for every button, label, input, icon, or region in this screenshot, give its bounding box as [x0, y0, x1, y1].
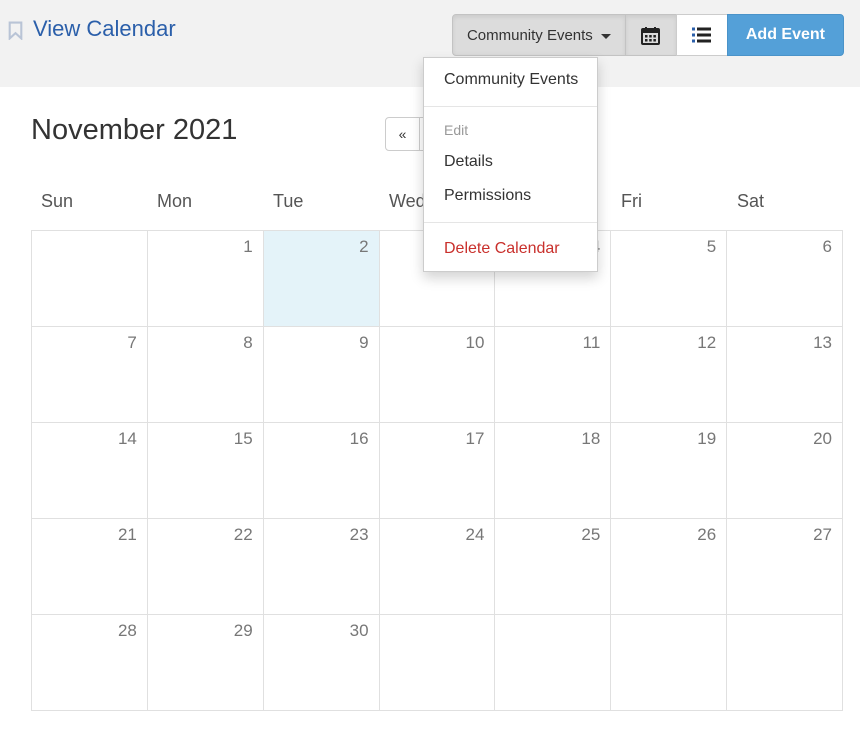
calendar-week-row: 21 22 23 24 25 26 27: [32, 519, 844, 615]
add-event-label: Add Event: [745, 26, 825, 43]
calendar-empty-cell: [379, 615, 496, 711]
day-header-fri: Fri: [621, 191, 642, 211]
calendar-week-row: 28 29 30: [32, 615, 844, 711]
calendar-day-cell[interactable]: 15: [147, 423, 264, 519]
calendar-day-cell[interactable]: 28: [32, 615, 148, 711]
calendar-weeks: 1234567891011121314151617181920212223242…: [31, 230, 844, 711]
calendar-toolbar: Community Events Add Event: [451, 14, 844, 56]
calendar-week-row: 14 15 16 17 18 19 20: [32, 423, 844, 519]
calendar-day-cell[interactable]: 16: [263, 423, 380, 519]
calendar-day-cell[interactable]: 8: [147, 327, 264, 423]
calendar-empty-cell: [611, 615, 728, 711]
add-event-button[interactable]: Add Event: [726, 14, 844, 56]
calendar-day-cell[interactable]: 1: [147, 231, 264, 327]
calendar-select-label: Community Events: [466, 26, 593, 44]
calendar-day-cell[interactable]: 27: [727, 519, 844, 615]
month-view-button[interactable]: [624, 14, 677, 56]
calendar-day-cell[interactable]: 10: [379, 327, 496, 423]
calendar-day-cell[interactable]: 5: [611, 231, 728, 327]
calendar-day-cell[interactable]: 26: [611, 519, 728, 615]
calendar-day-cell[interactable]: 17: [379, 423, 496, 519]
calendar-day-cell[interactable]: 9: [263, 327, 380, 423]
calendar-day-cell[interactable]: 11: [495, 327, 612, 423]
dropdown-section-header-edit: Edit: [444, 122, 469, 138]
calendar-week-row: 7 8 9 10 11 12 13: [32, 327, 844, 423]
calendar-day-cell[interactable]: 29: [147, 615, 264, 711]
prev-month-button[interactable]: «: [385, 117, 420, 151]
calendar-empty-cell: [495, 615, 612, 711]
calendar-day-cell[interactable]: 25: [495, 519, 612, 615]
calendar-day-cell[interactable]: 30: [263, 615, 380, 711]
calendar-day-cell[interactable]: 21: [32, 519, 148, 615]
day-header-sun: Sun: [41, 191, 74, 211]
calendar-day-cell[interactable]: 19: [611, 423, 728, 519]
day-header-sat: Sat: [737, 191, 765, 211]
page-title: November 2021: [31, 114, 238, 146]
calendar-day-cell[interactable]: 12: [611, 327, 728, 423]
dropdown-divider: [424, 106, 597, 107]
list-view-button[interactable]: [675, 14, 728, 56]
calendar-day-cell[interactable]: 24: [379, 519, 496, 615]
calendar-day-cell[interactable]: 23: [263, 519, 380, 615]
dropdown-divider: [424, 222, 597, 223]
view-calendar-label: View Calendar: [33, 16, 176, 41]
dropdown-item-delete-calendar[interactable]: Delete Calendar: [424, 232, 597, 266]
calendar-day-cell[interactable]: 20: [727, 423, 844, 519]
calendar-day-cell[interactable]: 7: [32, 327, 148, 423]
calendar-day-cell[interactable]: 18: [495, 423, 612, 519]
calendar-grid-icon: [641, 26, 661, 45]
chevron-down-icon: [600, 33, 611, 39]
dropdown-item-details[interactable]: Details: [424, 145, 597, 179]
calendar-day-cell[interactable]: 14: [32, 423, 148, 519]
calendar-day-cell[interactable]: 6: [727, 231, 844, 327]
dropdown-item-permissions[interactable]: Permissions: [424, 179, 597, 213]
calendar-empty-cell: [32, 231, 148, 327]
calendar-day-cell[interactable]: 2: [263, 231, 380, 327]
calendar-empty-cell: [727, 615, 844, 711]
day-header-tue: Tue: [273, 191, 304, 211]
list-view-icon: [692, 27, 712, 43]
calendar-day-cell[interactable]: 22: [147, 519, 264, 615]
calendar-select-dropdown-button[interactable]: Community Events: [451, 14, 626, 56]
calendar-dropdown-menu: Community Events Edit Details Permission…: [423, 57, 598, 272]
view-calendar-link[interactable]: View Calendar: [8, 18, 176, 40]
day-header-mon: Mon: [157, 191, 193, 211]
dropdown-item-community-events[interactable]: Community Events: [424, 63, 597, 97]
bookmark-icon: [8, 21, 23, 40]
calendar-day-cell[interactable]: 13: [727, 327, 844, 423]
